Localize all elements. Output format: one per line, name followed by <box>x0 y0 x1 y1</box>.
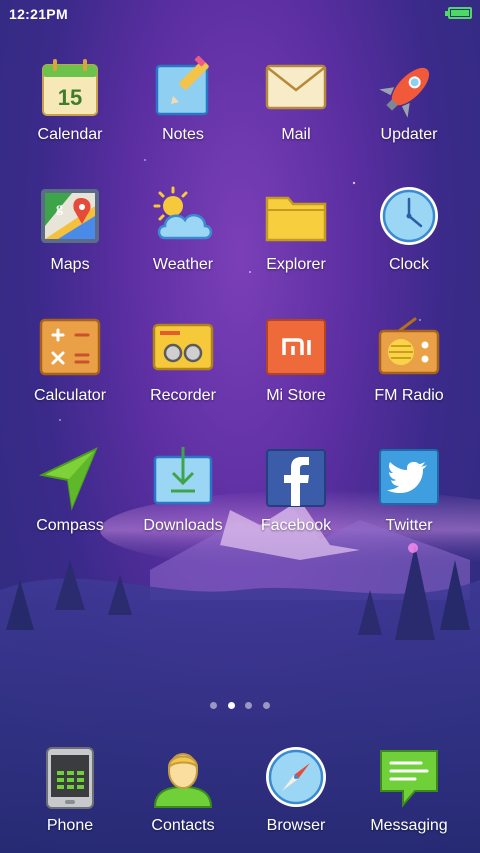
recorder-icon <box>151 317 215 381</box>
browser-icon <box>264 747 328 811</box>
radio-icon <box>377 317 441 381</box>
app-mail[interactable]: Mail <box>241 56 351 144</box>
calendar-icon: 15 <box>38 56 102 120</box>
app-label: Notes <box>162 126 204 143</box>
app-mi-store[interactable]: Mi Store <box>241 317 351 405</box>
app-label: Phone <box>46 817 94 834</box>
compass-icon <box>38 446 102 511</box>
page-dot-1[interactable] <box>210 702 217 709</box>
app-weather[interactable]: Weather <box>128 186 238 274</box>
app-notes[interactable]: Notes <box>128 55 238 144</box>
app-label: Updater <box>380 126 438 143</box>
app-label: Contacts <box>151 817 215 834</box>
notes-icon <box>151 55 215 120</box>
app-maps[interactable]: g Maps <box>15 186 125 274</box>
dock-browser[interactable]: Browser <box>241 747 351 835</box>
app-clock[interactable]: Clock <box>354 186 464 274</box>
app-label: Compass <box>36 517 104 534</box>
page-indicator[interactable] <box>0 702 480 712</box>
app-label: Weather <box>152 256 214 273</box>
status-bar: 12:21PM <box>0 0 480 28</box>
mi-store-icon <box>264 317 328 381</box>
dock-contacts[interactable]: Contacts <box>128 747 238 835</box>
app-explorer[interactable]: Explorer <box>241 186 351 274</box>
facebook-icon <box>264 447 328 511</box>
dock-messaging[interactable]: Messaging <box>354 747 464 835</box>
page-dot-4[interactable] <box>263 702 270 709</box>
status-time: 12:21PM <box>9 6 68 22</box>
app-downloads[interactable]: Downloads <box>128 447 238 535</box>
app-label: Recorder <box>150 387 216 404</box>
app-label: Mail <box>281 126 311 143</box>
app-calculator[interactable]: Calculator <box>15 317 125 405</box>
app-facebook[interactable]: Facebook <box>241 447 351 535</box>
contacts-icon <box>151 747 215 811</box>
weather-icon <box>151 186 215 250</box>
rocket-icon <box>377 56 441 120</box>
messaging-icon <box>377 747 441 811</box>
app-label: Browser <box>266 817 326 834</box>
app-calendar[interactable]: 15 Calendar <box>15 56 125 144</box>
app-compass[interactable]: Compass <box>15 446 125 535</box>
clock-icon <box>377 186 441 250</box>
app-label: Mi Store <box>266 387 326 404</box>
app-label: Downloads <box>143 517 223 534</box>
app-label: FM Radio <box>374 387 444 404</box>
app-label: Twitter <box>385 517 433 534</box>
phone-icon <box>38 747 102 811</box>
app-label: Calendar <box>37 126 103 143</box>
app-twitter[interactable]: Twitter <box>354 447 464 535</box>
page-dot-2-active[interactable] <box>228 702 235 709</box>
calculator-icon <box>38 317 102 381</box>
page-dot-3[interactable] <box>245 702 252 709</box>
calendar-day: 15 <box>58 85 82 110</box>
dock-phone[interactable]: Phone <box>15 747 125 835</box>
battery-full-icon <box>445 7 472 19</box>
svg-text:g: g <box>56 201 63 216</box>
app-label: Messaging <box>370 817 448 834</box>
twitter-icon <box>377 447 441 511</box>
app-recorder[interactable]: Recorder <box>128 317 238 405</box>
maps-icon: g <box>38 186 102 250</box>
app-label: Maps <box>50 256 90 273</box>
app-label: Clock <box>388 256 429 273</box>
downloads-icon <box>151 447 215 511</box>
app-fm-radio[interactable]: FM Radio <box>354 317 464 405</box>
app-label: Explorer <box>266 256 326 273</box>
app-updater[interactable]: Updater <box>354 56 464 144</box>
folder-icon <box>264 186 328 250</box>
mail-icon <box>264 56 328 120</box>
app-label: Facebook <box>260 517 332 534</box>
app-label: Calculator <box>33 387 107 404</box>
